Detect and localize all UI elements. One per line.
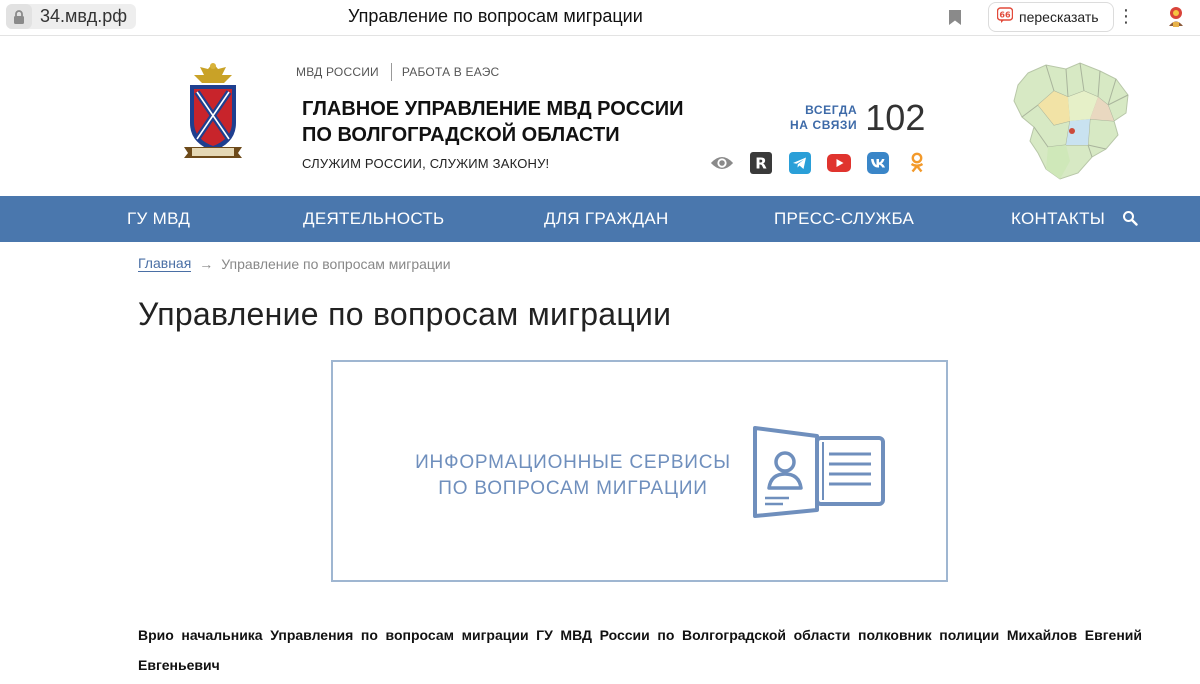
breadcrumb-home-link[interactable]: Главная (138, 255, 192, 272)
top-link-eaes[interactable]: РАБОТА В ЕАЭС (402, 65, 500, 79)
org-title[interactable]: ГЛАВНОЕ УПРАВЛЕНИЕ МВД РОССИИ ПО ВОЛГОГР… (302, 96, 683, 148)
svg-text:R: R (755, 155, 767, 173)
nav-item-citizens[interactable]: ДЛЯ ГРАЖДАН (544, 209, 669, 229)
nav-item-press[interactable]: ПРЕСС-СЛУЖБА (774, 209, 914, 229)
vk-icon[interactable] (866, 151, 890, 175)
page-tab-title: Управление по вопросам миграции (348, 6, 643, 26)
org-title-line: ПО ВОЛГОГРАДСКОЙ ОБЛАСТИ (302, 124, 620, 146)
top-links: МВД РОССИИ РАБОТА В ЕАЭС (296, 63, 499, 81)
extension-icon[interactable] (1164, 5, 1188, 34)
nav-item-gu-mvd[interactable]: ГУ МВД (127, 209, 190, 229)
youtube-icon[interactable] (827, 151, 851, 175)
mvd-emblem-logo[interactable] (180, 61, 246, 164)
banner-text-line: ПО ВОПРОСАМ МИГРАЦИИ (438, 478, 708, 499)
hotline-label-line: НА СВЯЗИ (790, 118, 858, 132)
browser-toolbar: 34.мвд.рф Управление по вопросам миграци… (0, 0, 1200, 36)
retell-icon: 66 (996, 6, 1014, 28)
migration-services-banner[interactable]: ИНФОРМАЦИОННЫЕ СЕРВИСЫ ПО ВОПРОСАМ МИГРА… (331, 360, 948, 582)
hotline: ВСЕГДА НА СВЯЗИ 102 (790, 97, 925, 139)
page-title: Управление по вопросам миграции (138, 296, 672, 332)
org-title-line: ГЛАВНОЕ УПРАВЛЕНИЕ МВД РОССИИ (302, 98, 684, 120)
region-map-image[interactable] (1008, 61, 1138, 186)
search-icon[interactable] (1122, 210, 1138, 231)
main-nav: ГУ МВД ДЕЯТЕЛЬНОСТЬ ДЛЯ ГРАЖДАН ПРЕСС-СЛ… (0, 196, 1200, 242)
hotline-label-line: ВСЕГДА (805, 103, 858, 117)
eye-icon[interactable] (710, 151, 734, 175)
retell-label: пересказать (1019, 9, 1099, 25)
odnoklassniki-icon[interactable] (905, 151, 929, 175)
bookmark-icon[interactable] (948, 9, 962, 31)
top-link-mvd[interactable]: МВД РОССИИ (296, 65, 379, 79)
site-header: МВД РОССИИ РАБОТА В ЕАЭС ГЛАВНОЕ УПРАВЛЕ… (0, 37, 1200, 196)
rutube-icon[interactable]: R (749, 151, 773, 175)
banner-text: ИНФОРМАЦИОННЫЕ СЕРВИСЫ ПО ВОПРОСАМ МИГРА… (413, 450, 733, 502)
hotline-number: 102 (865, 97, 926, 138)
retell-button[interactable]: 66 пересказать (988, 2, 1114, 32)
slogan: СЛУЖИМ РОССИИ, СЛУЖИМ ЗАКОНУ! (302, 156, 550, 171)
nav-item-contacts[interactable]: КОНТАКТЫ (1011, 209, 1105, 229)
banner-text-line: ИНФОРМАЦИОННЫЕ СЕРВИСЫ (415, 452, 731, 473)
breadcrumb-arrow: → (199, 255, 214, 272)
hotline-label: ВСЕГДА НА СВЯЗИ (790, 103, 857, 133)
svg-text:66: 66 (999, 10, 1011, 19)
chief-info-text: Врио начальника Управления по вопросам м… (138, 627, 1142, 673)
breadcrumb-current: Управление по вопросам миграции (221, 255, 451, 272)
social-links: R (710, 151, 944, 175)
lock-icon[interactable] (6, 4, 32, 29)
telegram-icon[interactable] (788, 151, 812, 175)
breadcrumb: Главная → Управление по вопросам миграци… (138, 255, 451, 272)
nav-item-activity[interactable]: ДЕЯТЕЛЬНОСТЬ (303, 209, 445, 229)
id-card-icon (751, 424, 887, 523)
divider (390, 63, 392, 81)
address-bar[interactable]: 34.мвд.рф (6, 4, 136, 29)
url-text[interactable]: 34.мвд.рф (40, 6, 127, 27)
more-menu-icon[interactable]: ⋮ (1117, 6, 1135, 27)
